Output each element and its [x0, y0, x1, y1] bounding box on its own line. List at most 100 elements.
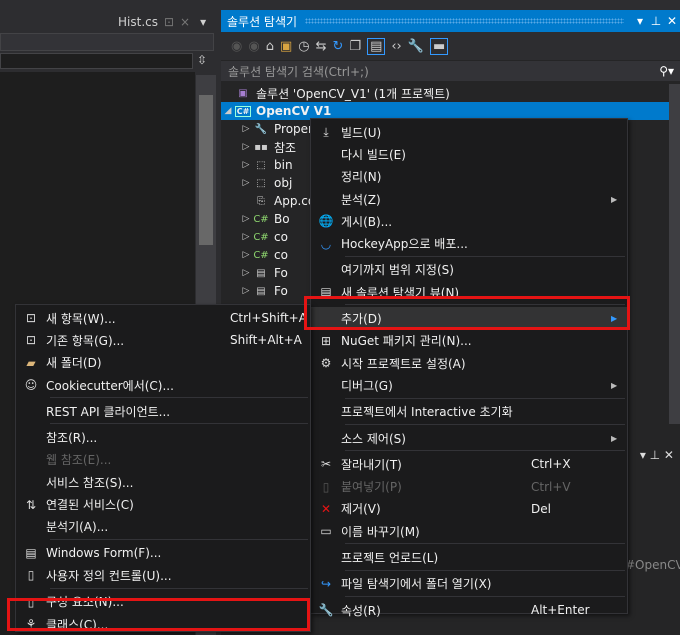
pin-icon[interactable]: ⊥: [648, 14, 664, 28]
menu-item[interactable]: 디버그(G) ▶: [311, 374, 627, 396]
menu-item[interactable]: 다시 빌드(E): [311, 143, 627, 165]
menu-item[interactable]: ↪ 파일 탐색기에서 폴더 열기(X): [311, 573, 627, 595]
existing-item-icon: ⊡: [25, 333, 37, 348]
expand-icon[interactable]: ▷: [239, 232, 253, 242]
close-icon[interactable]: ×: [180, 15, 190, 29]
menu-item[interactable]: ⚙ 시작 프로젝트로 설정(A): [311, 352, 627, 374]
menu-item[interactable]: ⇅ 연결된 서비스(C): [16, 493, 310, 515]
solution-explorer-toolbar: ◉ ◉ ⌂ ▣ ◷ ⇆ ↻ ❐ ▤ ‹› 🔧 ▬: [221, 32, 680, 60]
expand-icon[interactable]: ▷: [239, 142, 253, 152]
tree-item-label: Fo: [274, 284, 288, 298]
pin-icon[interactable]: ⊡: [164, 15, 174, 29]
pending-changes-icon[interactable]: ◷: [298, 39, 309, 54]
menu-item[interactable]: ▤ Windows Form(F)...: [16, 542, 310, 564]
show-all-files-icon[interactable]: ▤: [367, 37, 386, 55]
back-icon[interactable]: ◉: [231, 39, 242, 54]
menu-item-label: 새 폴더(D): [46, 356, 102, 371]
menu-item[interactable]: 정리(N): [311, 166, 627, 188]
search-icon[interactable]: ⚲▾: [659, 64, 674, 78]
dropdown-icon[interactable]: ▾: [632, 14, 648, 28]
menu-item[interactable]: 웹 참조(E)...: [16, 449, 310, 471]
menu-item[interactable]: REST API 클라이언트...: [16, 400, 310, 422]
preview-icon[interactable]: ▬: [429, 37, 449, 55]
menu-item[interactable]: ✕ 제거(V) Del: [311, 498, 627, 520]
menu-item-label: 시작 프로젝트로 설정(A): [341, 356, 466, 371]
menu-item[interactable]: ▭ 이름 바꾸기(M): [311, 520, 627, 542]
menu-item-label: 다시 빌드(E): [341, 147, 406, 162]
menu-item[interactable]: 🌐 게시(B)...: [311, 210, 627, 232]
menu-item-label: 분석(Z): [341, 192, 381, 207]
menu-item[interactable]: ⊡ 새 항목(W)... Ctrl+Shift+A: [16, 307, 310, 329]
menu-item[interactable]: ▯ 붙여넣기(P) Ctrl+V: [311, 475, 627, 497]
menu-item-label: 웹 참조(E)...: [46, 453, 112, 468]
menu-item-label: 속성(R): [341, 603, 381, 618]
tree-item-label: co: [274, 248, 288, 262]
menu-item[interactable]: 분석(Z) ▶: [311, 188, 627, 210]
menu-item-label: 여기까지 범위 지정(S): [341, 263, 454, 278]
menu-item-label: 붙여넣기(P): [341, 480, 402, 495]
switch-views-icon[interactable]: ▣: [280, 39, 292, 54]
expand-icon[interactable]: ▷: [239, 160, 253, 170]
menu-item[interactable]: 프로젝트 언로드(L): [311, 546, 627, 568]
menu-item[interactable]: ◡ HockeyApp으로 배포...: [311, 232, 627, 254]
menu-item[interactable]: 참조(R)...: [16, 426, 310, 448]
expand-icon[interactable]: ▷: [239, 178, 253, 188]
solution-label: 솔루션 'OpenCV_V1' (1개 프로젝트): [256, 86, 450, 101]
expand-icon[interactable]: ▷: [239, 250, 253, 260]
expand-icon[interactable]: ▷: [239, 214, 253, 224]
menu-item-label: HockeyApp으로 배포...: [341, 237, 468, 252]
menu-item-label: NuGet 패키지 관리(N)...: [341, 334, 472, 349]
wrench-icon: 🔧: [254, 123, 268, 135]
menu-item-shortcut: Alt+Enter: [531, 603, 590, 618]
menu-item[interactable]: 여기까지 범위 지정(S): [311, 259, 627, 281]
split-icon[interactable]: ⇳: [197, 53, 207, 67]
editor-scrollbar-thumb[interactable]: [199, 95, 213, 245]
new-item-icon: ⊡: [25, 311, 37, 326]
expand-icon[interactable]: ▷: [239, 268, 253, 278]
home-icon[interactable]: ⌂: [266, 39, 274, 54]
refresh-icon[interactable]: ↻: [333, 39, 344, 54]
menu-item[interactable]: 🔧 속성(R) Alt+Enter: [311, 599, 627, 621]
submenu-arrow-icon: ▶: [611, 433, 618, 443]
hockeyapp-icon: ◡: [320, 236, 332, 251]
menu-item[interactable]: 분석기(A)...: [16, 516, 310, 538]
menu-item[interactable]: ✂ 잘라내기(T) Ctrl+X: [311, 453, 627, 475]
solution-explorer-search[interactable]: 솔루션 탐색기 검색(Ctrl+;) ⚲▾: [221, 61, 680, 81]
menu-item[interactable]: 서비스 참조(S)...: [16, 471, 310, 493]
menu-item[interactable]: ⊡ 기존 항목(G)... Shift+Alt+A: [16, 329, 310, 351]
menu-item[interactable]: 소스 제어(S) ▶: [311, 427, 627, 449]
properties-wrench-icon[interactable]: 🔧: [408, 39, 424, 54]
menu-item[interactable]: ⊞ NuGet 패키지 관리(N)...: [311, 330, 627, 352]
collapse-all-icon[interactable]: ❐: [349, 39, 361, 54]
tab-dropdown-icon[interactable]: ▾: [200, 15, 206, 29]
menu-item[interactable]: ☺ Cookiecutter에서(C)...: [16, 374, 310, 396]
member-dropdown[interactable]: [0, 33, 214, 51]
solution-node[interactable]: ▣ 솔루션 'OpenCV_V1' (1개 프로젝트): [221, 84, 669, 102]
menu-item-label: REST API 클라이언트...: [46, 404, 171, 419]
add-submenu: ⊡ 새 항목(W)... Ctrl+Shift+A ⊡ 기존 항목(G)... Shift…: [15, 304, 311, 632]
highlight-box-add: [304, 296, 630, 330]
expand-icon[interactable]: ▷: [239, 286, 253, 296]
menu-item[interactable]: ▰ 새 폴더(D): [16, 352, 310, 374]
close-icon[interactable]: ✕: [664, 14, 680, 28]
sync-icon[interactable]: ⇆: [316, 39, 327, 54]
forward-icon[interactable]: ◉: [248, 39, 259, 54]
menu-item[interactable]: ▯ 사용자 정의 컨트롤(U)...: [16, 564, 310, 586]
csharp-icon: C#: [253, 213, 269, 225]
solution-explorer-scrollbar[interactable]: [669, 84, 680, 424]
expand-icon[interactable]: ◢: [221, 106, 235, 116]
tree-item-label: Bo: [274, 212, 290, 226]
editor-navigation-bar[interactable]: [0, 53, 193, 69]
menu-item[interactable]: 프로젝트에서 Interactive 초기화: [311, 401, 627, 423]
expand-icon[interactable]: ▷: [239, 124, 253, 134]
menu-item-label: 서비스 참조(S)...: [46, 475, 134, 490]
menu-item-label: 새 항목(W)...: [46, 311, 116, 326]
tab-hist-cs[interactable]: Hist.cs ⊡ × ▾: [118, 12, 206, 32]
menu-item[interactable]: ⤓ 빌드(U): [311, 121, 627, 143]
form-icon: ▤: [256, 285, 266, 297]
menu-item-label: 정리(N): [341, 170, 382, 185]
tree-item-label: 참조: [274, 140, 297, 155]
title-grip: [305, 18, 624, 24]
csharp-icon: C#: [253, 249, 269, 261]
view-code-icon[interactable]: ‹›: [391, 39, 401, 54]
